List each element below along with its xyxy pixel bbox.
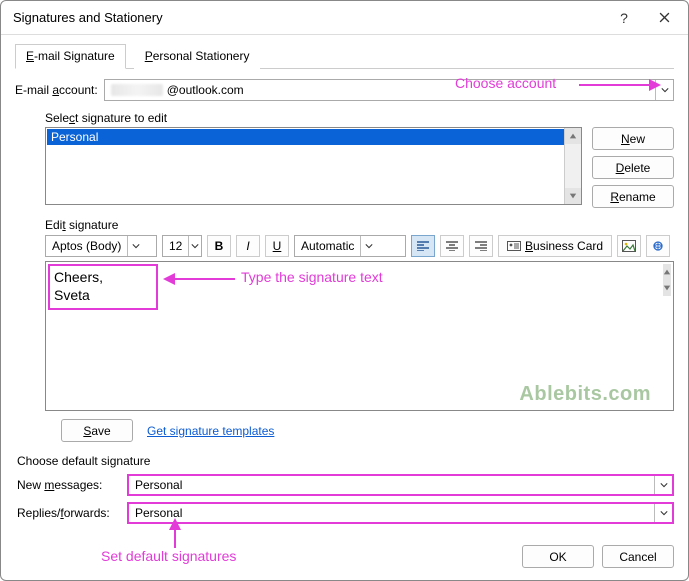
watermark: Ablebits.com bbox=[519, 383, 651, 406]
annotation-set-defaults: Set default signatures bbox=[101, 548, 236, 564]
close-button[interactable] bbox=[644, 4, 684, 32]
signature-editor[interactable]: Cheers, Sveta Ablebits.com bbox=[45, 261, 674, 411]
scroll-up-icon[interactable] bbox=[565, 128, 581, 144]
edit-signature-label: Edit signature bbox=[45, 218, 674, 232]
font-size-combo[interactable]: 12 bbox=[162, 235, 202, 257]
image-icon bbox=[622, 240, 636, 252]
bold-button[interactable]: B bbox=[207, 235, 231, 257]
choose-default-label: Choose default signature bbox=[17, 454, 674, 468]
insert-link-button[interactable] bbox=[646, 235, 670, 257]
titlebar: Signatures and Stationery ? bbox=[1, 1, 688, 35]
scroll-down-icon[interactable] bbox=[663, 280, 671, 296]
align-right-button[interactable] bbox=[469, 235, 493, 257]
signature-line1: Cheers, bbox=[54, 268, 152, 286]
tab-email-signature[interactable]: E-mail Signature bbox=[15, 44, 126, 69]
chevron-down-icon[interactable] bbox=[655, 80, 673, 100]
replies-forwards-combo[interactable]: Personal bbox=[127, 502, 674, 524]
email-account-combo[interactable]: @outlook.com bbox=[104, 79, 674, 101]
help-button[interactable]: ? bbox=[604, 4, 644, 32]
chevron-down-icon[interactable] bbox=[188, 236, 201, 256]
chevron-down-icon[interactable] bbox=[654, 504, 672, 522]
insert-image-button[interactable] bbox=[617, 235, 641, 257]
new-messages-combo[interactable]: Personal bbox=[127, 474, 674, 496]
chevron-down-icon[interactable] bbox=[654, 476, 672, 494]
email-account-label: E-mail account: bbox=[15, 83, 98, 97]
delete-button[interactable]: Delete bbox=[592, 156, 674, 179]
align-center-button[interactable] bbox=[440, 235, 464, 257]
new-button[interactable]: New bbox=[592, 127, 674, 150]
get-templates-link[interactable]: Get signature templates bbox=[147, 424, 274, 438]
new-messages-label: New messages: bbox=[17, 478, 127, 492]
italic-button[interactable]: I bbox=[236, 235, 260, 257]
underline-button[interactable]: U bbox=[265, 235, 289, 257]
select-signature-label: Select signature to edit bbox=[45, 111, 674, 125]
business-card-icon bbox=[507, 240, 521, 252]
account-blurred bbox=[111, 84, 163, 96]
font-combo[interactable]: Aptos (Body) bbox=[45, 235, 157, 257]
business-card-button[interactable]: Business Card bbox=[498, 235, 612, 257]
editor-scrollbar[interactable] bbox=[663, 264, 671, 408]
ok-button[interactable]: OK bbox=[522, 545, 594, 568]
replies-forwards-label: Replies/forwards: bbox=[17, 506, 127, 520]
dialog-title: Signatures and Stationery bbox=[13, 10, 604, 25]
signature-text-highlight: Cheers, Sveta bbox=[48, 264, 158, 310]
signature-list-item[interactable]: Personal bbox=[47, 129, 580, 145]
tabs: E-mail Signature Personal Stationery bbox=[15, 43, 674, 69]
edit-toolbar: Aptos (Body) 12 B I U Automatic Business… bbox=[45, 235, 674, 257]
align-left-button[interactable] bbox=[411, 235, 435, 257]
account-suffix: @outlook.com bbox=[167, 83, 244, 97]
chevron-down-icon[interactable] bbox=[360, 236, 376, 256]
rename-button[interactable]: Rename bbox=[592, 185, 674, 208]
listbox-scrollbar[interactable] bbox=[564, 128, 581, 204]
cancel-button[interactable]: Cancel bbox=[602, 545, 674, 568]
tab-personal-stationery[interactable]: Personal Stationery bbox=[134, 44, 261, 69]
scroll-up-icon[interactable] bbox=[663, 264, 671, 280]
signature-line2: Sveta bbox=[54, 286, 152, 304]
save-button[interactable]: Save bbox=[61, 419, 133, 442]
chevron-down-icon[interactable] bbox=[127, 236, 143, 256]
link-icon bbox=[651, 240, 665, 252]
signature-listbox[interactable]: Personal bbox=[45, 127, 582, 205]
font-color-combo[interactable]: Automatic bbox=[294, 235, 406, 257]
scroll-down-icon[interactable] bbox=[565, 188, 581, 204]
